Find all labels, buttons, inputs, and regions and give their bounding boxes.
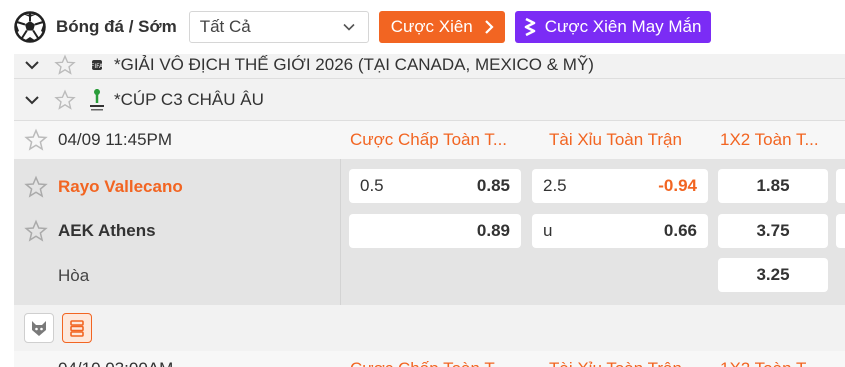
market-filter-select[interactable]: Tất Cả xyxy=(188,11,369,43)
away-team-name: AEK Athens xyxy=(58,221,156,240)
match-favorite-star-icon[interactable] xyxy=(14,128,58,152)
next-col-header-overunder: Tài Xỉu Toàn Trận xyxy=(549,359,682,367)
world-cup-logo-icon: FIFA xyxy=(80,58,114,72)
column-divider xyxy=(340,159,341,305)
next-column-cell[interactable] xyxy=(836,169,845,203)
lucky-parlay-label: Cược Xiên May Mắn xyxy=(544,17,702,36)
under-odds: 0.66 xyxy=(663,221,697,240)
chevron-down-icon xyxy=(343,23,355,31)
col-header-1x2: 1X2 Toàn T... xyxy=(720,130,819,149)
draw-label: Hòa xyxy=(58,266,90,285)
x12-draw-odds: 3.25 xyxy=(756,265,790,284)
handicap-away-odds-cell[interactable]: 0.89 xyxy=(349,214,521,248)
team-away-row: AEK Athens xyxy=(14,209,340,253)
soccer-ball-icon xyxy=(14,11,46,43)
x12-home-odds-cell[interactable]: 1.85 xyxy=(718,169,828,203)
x12-draw-odds-cell[interactable]: 3.25 xyxy=(718,258,828,292)
league-name: *GIẢI VÔ ĐỊCH THẾ GIỚI 2026 (TẠI CANADA,… xyxy=(114,55,594,74)
next-match-header: 04/10 03:00AM Cược Chấp Toàn T... Tài Xỉ… xyxy=(14,351,845,367)
scoreboard-icon[interactable] xyxy=(62,313,92,343)
collapse-chevron-icon[interactable] xyxy=(14,95,50,105)
conference-league-logo-icon xyxy=(80,87,114,113)
league-row-conference[interactable]: *CÚP C3 CHÂU ÂU xyxy=(14,79,845,121)
league-name: *CÚP C3 CHÂU ÂU xyxy=(114,89,264,109)
svg-text:FIFA: FIFA xyxy=(91,63,104,70)
draw-row: Hòa xyxy=(14,254,340,298)
next-column-cell[interactable] xyxy=(836,214,845,248)
handicap-home-odds-cell[interactable]: 0.5 0.85 xyxy=(349,169,521,203)
match-header: 04/09 11:45PM Cược Chấp Toàn T... Tài Xỉ… xyxy=(14,121,845,159)
x12-away-odds: 3.75 xyxy=(756,221,790,240)
handicap-line: 0.5 xyxy=(360,176,384,195)
handicap-home-odds: 0.85 xyxy=(476,176,510,195)
market-filter-value: Tất Cả xyxy=(199,17,251,36)
col-header-overunder: Tài Xỉu Toàn Trận xyxy=(549,130,682,149)
lucky-zigzag-icon xyxy=(524,17,536,37)
top-bar: Bóng đá / Sớm Tất Cả Cược Xiên Cược Xiên… xyxy=(0,0,845,54)
overunder-line: 2.5 xyxy=(543,176,567,195)
next-col-header-1x2: 1X2 Toàn T... xyxy=(720,359,819,367)
team-favorite-star-icon[interactable] xyxy=(14,175,58,199)
under-odds-cell[interactable]: u 0.66 xyxy=(532,214,708,248)
col-header-handicap: Cược Chấp Toàn T... xyxy=(350,130,508,149)
match-tools-row xyxy=(14,305,845,351)
match-body: Rayo Vallecano AEK Athens Hòa 0.5 0.85 0… xyxy=(14,159,845,305)
x12-home-odds: 1.85 xyxy=(756,176,790,195)
lucky-parlay-button[interactable]: Cược Xiên May Mắn xyxy=(514,11,712,43)
sport-title: Bóng đá / Sớm xyxy=(56,17,177,36)
chevron-right-icon xyxy=(484,20,494,34)
favorite-star-icon[interactable] xyxy=(50,89,80,111)
under-label: u xyxy=(543,221,553,240)
over-odds: -0.94 xyxy=(658,176,697,195)
over-odds-cell[interactable]: 2.5 -0.94 xyxy=(532,169,708,203)
collapse-chevron-icon[interactable] xyxy=(14,60,50,70)
next-match-datetime: 04/10 03:00AM xyxy=(58,359,173,367)
teams-column: Rayo Vallecano AEK Athens Hòa xyxy=(14,159,340,305)
team-favorite-star-icon[interactable] xyxy=(14,219,58,243)
match-datetime: 04/09 11:45PM xyxy=(58,130,173,149)
team-home-row: Rayo Vallecano xyxy=(14,165,340,209)
parlay-button-label: Cược Xiên xyxy=(390,17,473,36)
home-team-name: Rayo Vallecano xyxy=(58,177,183,196)
next-col-header-handicap: Cược Chấp Toàn T... xyxy=(350,359,507,367)
parlay-button[interactable]: Cược Xiên xyxy=(378,11,505,43)
handicap-away-odds: 0.89 xyxy=(476,221,510,240)
favorite-star-icon[interactable] xyxy=(50,54,80,76)
sportsbook-panel: Bóng đá / Sớm Tất Cả Cược Xiên Cược Xiên… xyxy=(0,0,845,367)
x12-away-odds-cell[interactable]: 3.75 xyxy=(718,214,828,248)
stats-fox-icon[interactable] xyxy=(24,313,54,343)
